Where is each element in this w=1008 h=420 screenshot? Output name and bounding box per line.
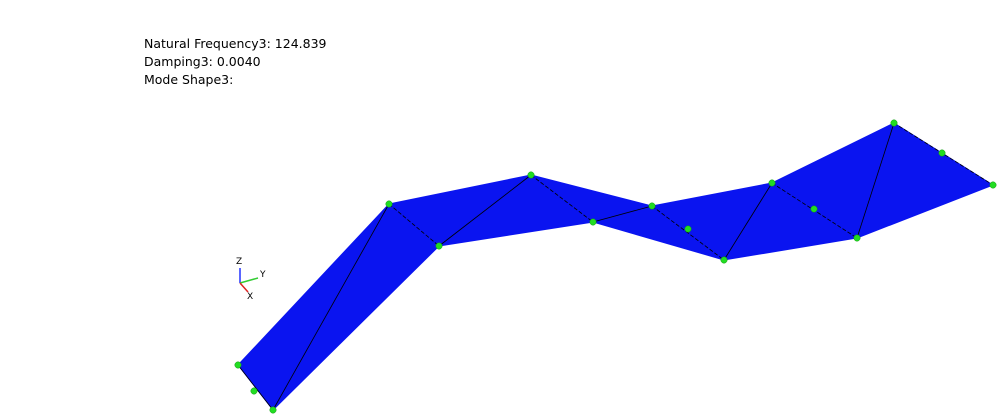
mesh-node[interactable] [589,218,597,226]
mesh-node[interactable] [684,225,692,233]
y-axis-label: Y [259,270,266,280]
mesh-node[interactable] [385,200,393,208]
x-axis-line [239,282,249,293]
mesh-node[interactable] [269,406,277,414]
y-axis-line [239,277,259,284]
z-axis-label: Z [236,257,242,267]
mesh-node[interactable] [527,171,535,179]
mesh-node[interactable] [810,205,818,213]
mesh-node[interactable] [234,361,242,369]
mesh-node[interactable] [250,387,258,395]
mode-shape-mesh[interactable]: Z Y X [0,0,1008,420]
mesh-node[interactable] [989,181,997,189]
mesh-node[interactable] [435,242,443,250]
x-axis-label: X [247,292,253,302]
mesh-node[interactable] [890,119,898,127]
mesh-node[interactable] [768,179,776,187]
mesh-node[interactable] [648,202,656,210]
mesh-node[interactable] [938,149,946,157]
mesh-node[interactable] [853,234,861,242]
mesh-node[interactable] [720,256,728,264]
axis-triad: Z Y X [236,257,266,302]
model-viewport[interactable]: Natural Frequency3: 124.839 Damping3: 0.… [0,0,1008,420]
